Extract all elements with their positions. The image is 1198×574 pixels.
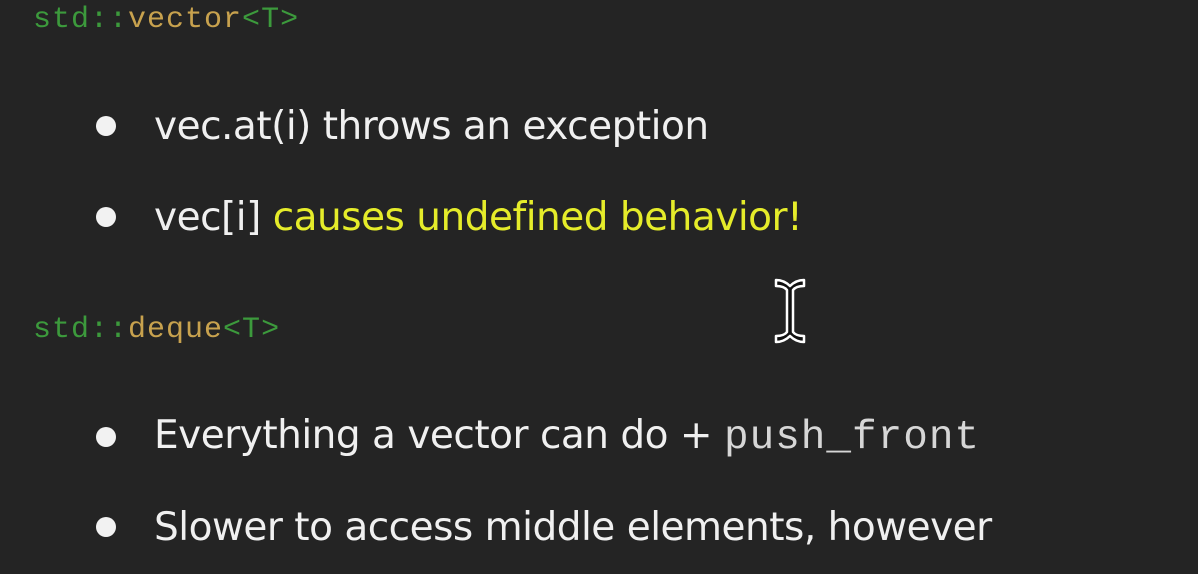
bullet-dot-icon: [96, 116, 116, 136]
angle-open: <: [242, 3, 262, 37]
bullet-text: vec[i] causes undefined behavior!: [154, 194, 803, 240]
bullet-text-plain: Everything a vector can do +: [154, 413, 724, 458]
bullet-dot-icon: [96, 517, 116, 537]
bullet-item: Everything a vector can do + push_front: [96, 411, 980, 463]
bullet-text: Slower to access middle elements, howeve…: [154, 504, 992, 550]
bullet-text: vec.at(i) throws an exception: [154, 103, 709, 149]
angle-open: <: [223, 313, 243, 347]
text-cursor-icon: [774, 278, 806, 344]
template-param: T: [261, 3, 281, 37]
section-heading-vector: std::vector<T>: [33, 2, 299, 38]
angle-close: >: [280, 3, 300, 37]
section-heading-deque: std::deque<T>: [33, 312, 280, 348]
bullet-text-highlight: causes undefined behavior!: [272, 194, 803, 240]
angle-close: >: [261, 313, 281, 347]
bullet-item: vec[i] causes undefined behavior!: [96, 191, 803, 243]
bullet-item: Slower to access middle elements, howeve…: [96, 501, 992, 553]
namespace-std: std::: [33, 313, 129, 347]
bullet-text-plain: vec[i]: [154, 194, 273, 240]
bullet-dot-icon: [96, 207, 116, 227]
bullet-text: Everything a vector can do + push_front: [154, 413, 980, 461]
type-name: vector: [128, 3, 243, 37]
type-name: deque: [128, 313, 224, 347]
namespace-std: std::: [33, 3, 129, 37]
template-param: T: [242, 313, 262, 347]
bullet-item: vec.at(i) throws an exception: [96, 100, 709, 152]
code-push-front: push_front: [724, 415, 981, 461]
bullet-dot-icon: [96, 427, 116, 447]
